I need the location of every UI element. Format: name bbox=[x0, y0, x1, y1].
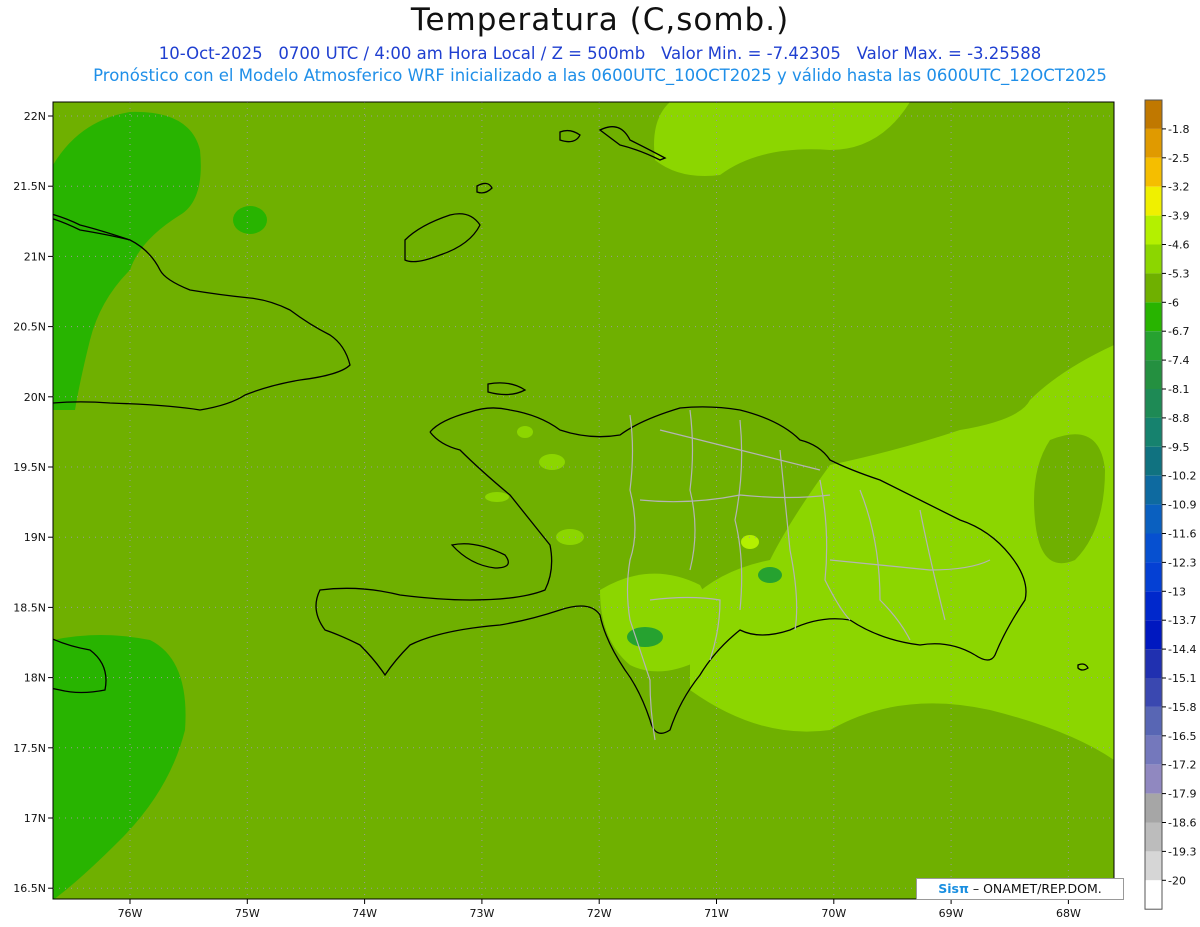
lon-tick-label: 76W bbox=[118, 907, 143, 920]
colorbar-label: -9.5 bbox=[1168, 441, 1189, 454]
colorbar-swatch bbox=[1145, 620, 1162, 650]
lat-tick-label: 21.5N bbox=[13, 180, 46, 193]
longitude-labels: 76W 75W 74W 73W 72W 71W 70W 69W 68W bbox=[118, 899, 1081, 920]
colorbar-label: -15.1 bbox=[1168, 672, 1196, 685]
cold-patch-mountain bbox=[627, 627, 663, 647]
colorbar-swatch bbox=[1145, 562, 1162, 592]
colorbar-label: -6 bbox=[1168, 296, 1179, 309]
colorbar-label: -3.2 bbox=[1168, 181, 1189, 194]
colorbar-label: -3.9 bbox=[1168, 210, 1189, 223]
colorbar-swatch bbox=[1145, 649, 1162, 678]
warm-spot-1 bbox=[517, 426, 533, 438]
latitude-labels: 22N 21.5N 21N 20.5N 20N 19.5N 19N 18.5N 18N 17.5N… bbox=[13, 110, 53, 895]
lat-tick-label: 19.5N bbox=[13, 461, 46, 474]
lat-tick-label: 19N bbox=[24, 531, 46, 544]
colorbar-label: -14.4 bbox=[1168, 643, 1196, 656]
colorbar-swatch bbox=[1145, 302, 1162, 332]
colorbar-swatch bbox=[1145, 244, 1162, 274]
colorbar-label: -11.6 bbox=[1168, 528, 1196, 541]
colorbar-swatch bbox=[1145, 851, 1162, 881]
lat-tick-label: 16.5N bbox=[13, 882, 46, 895]
colorbar-swatch bbox=[1145, 706, 1162, 736]
colorbar-swatch bbox=[1145, 100, 1162, 129]
colorbar-swatch bbox=[1145, 331, 1162, 361]
lat-tick-label: 17N bbox=[24, 812, 46, 825]
source-credit: Sisπ – ONAMET/REP.DOM. bbox=[916, 878, 1124, 900]
colorbar-swatch bbox=[1145, 215, 1162, 245]
brand-logo-text: Sisπ bbox=[938, 881, 969, 896]
colorbar-label: -16.5 bbox=[1168, 730, 1196, 743]
lon-tick-label: 73W bbox=[469, 907, 494, 920]
lat-tick-label: 20N bbox=[24, 391, 46, 404]
colorbar-swatch bbox=[1145, 880, 1162, 910]
lat-tick-label: 18N bbox=[24, 672, 46, 685]
colorbar-swatch bbox=[1145, 389, 1162, 418]
lat-tick-label: 20.5N bbox=[13, 321, 46, 334]
colorbar-label: -19.3 bbox=[1168, 845, 1196, 858]
colorbar-swatch bbox=[1145, 446, 1162, 476]
cold-patch-small bbox=[233, 206, 267, 234]
org-label: – ONAMET/REP.DOM. bbox=[972, 881, 1102, 896]
lat-tick-label: 21N bbox=[24, 250, 46, 263]
forecast-map: 22N 21.5N 21N 20.5N 20N 19.5N 19N 18.5N 18N 17.5N… bbox=[13, 99, 1196, 920]
colorbar: -1.8 -2.5 -3.2 -3.9 -4.6 -5.3 -6 -6.7 -7.4 -8.1 -8… bbox=[1144, 99, 1196, 910]
colorbar-swatch bbox=[1145, 157, 1162, 187]
lon-tick-label: 70W bbox=[821, 907, 846, 920]
colorbar-swatch bbox=[1145, 186, 1162, 216]
colorbar-label: -8.8 bbox=[1168, 412, 1189, 425]
colorbar-label: -13.7 bbox=[1168, 614, 1196, 627]
lon-tick-label: 74W bbox=[352, 907, 377, 920]
colorbar-label: -12.3 bbox=[1168, 556, 1196, 569]
colorbar-label: -13 bbox=[1168, 585, 1186, 598]
colorbar-swatch bbox=[1145, 591, 1162, 621]
colorbar-label: -17.2 bbox=[1168, 759, 1196, 772]
colorbar-swatch bbox=[1145, 822, 1162, 852]
warm-spot-4 bbox=[485, 492, 509, 502]
colorbar-swatch bbox=[1145, 128, 1162, 158]
colorbar-label: -2.5 bbox=[1168, 152, 1189, 165]
colorbar-swatch bbox=[1145, 533, 1162, 563]
colorbar-label: -6.7 bbox=[1168, 325, 1189, 338]
colorbar-label: -17.9 bbox=[1168, 788, 1196, 801]
colorbar-swatch bbox=[1145, 764, 1162, 794]
colorbar-label: -4.6 bbox=[1168, 239, 1189, 252]
colorbar-label: -8.1 bbox=[1168, 383, 1189, 396]
colorbar-label: -10.9 bbox=[1168, 499, 1196, 512]
lon-tick-label: 69W bbox=[939, 907, 964, 920]
colorbar-label: -1.8 bbox=[1168, 123, 1189, 136]
lat-tick-label: 18.5N bbox=[13, 601, 46, 614]
lat-tick-label: 22N bbox=[24, 110, 46, 123]
lon-tick-label: 71W bbox=[704, 907, 729, 920]
colorbar-label: -7.4 bbox=[1168, 354, 1189, 367]
colorbar-swatch bbox=[1145, 678, 1162, 707]
colorbar-swatch bbox=[1145, 504, 1162, 534]
colorbar-swatch bbox=[1145, 273, 1162, 303]
cold-patch-central bbox=[758, 567, 782, 583]
colorbar-label: -5.3 bbox=[1168, 267, 1189, 280]
lat-tick-label: 17.5N bbox=[13, 742, 46, 755]
warm-spot-2 bbox=[539, 454, 565, 470]
colorbar-swatch bbox=[1145, 360, 1162, 389]
lon-tick-label: 72W bbox=[587, 907, 612, 920]
colorbar-label: -18.6 bbox=[1168, 817, 1196, 830]
lon-tick-label: 75W bbox=[235, 907, 260, 920]
temperature-field bbox=[53, 102, 1114, 899]
colorbar-label: -10.2 bbox=[1168, 470, 1196, 483]
colorbar-swatch bbox=[1145, 417, 1162, 447]
colorbar-label: -20 bbox=[1168, 874, 1186, 887]
lon-tick-label: 68W bbox=[1056, 907, 1081, 920]
colorbar-label: -15.8 bbox=[1168, 701, 1196, 714]
colorbar-swatch bbox=[1145, 793, 1162, 823]
colorbar-swatch bbox=[1145, 475, 1162, 505]
colorbar-swatch bbox=[1145, 735, 1162, 765]
